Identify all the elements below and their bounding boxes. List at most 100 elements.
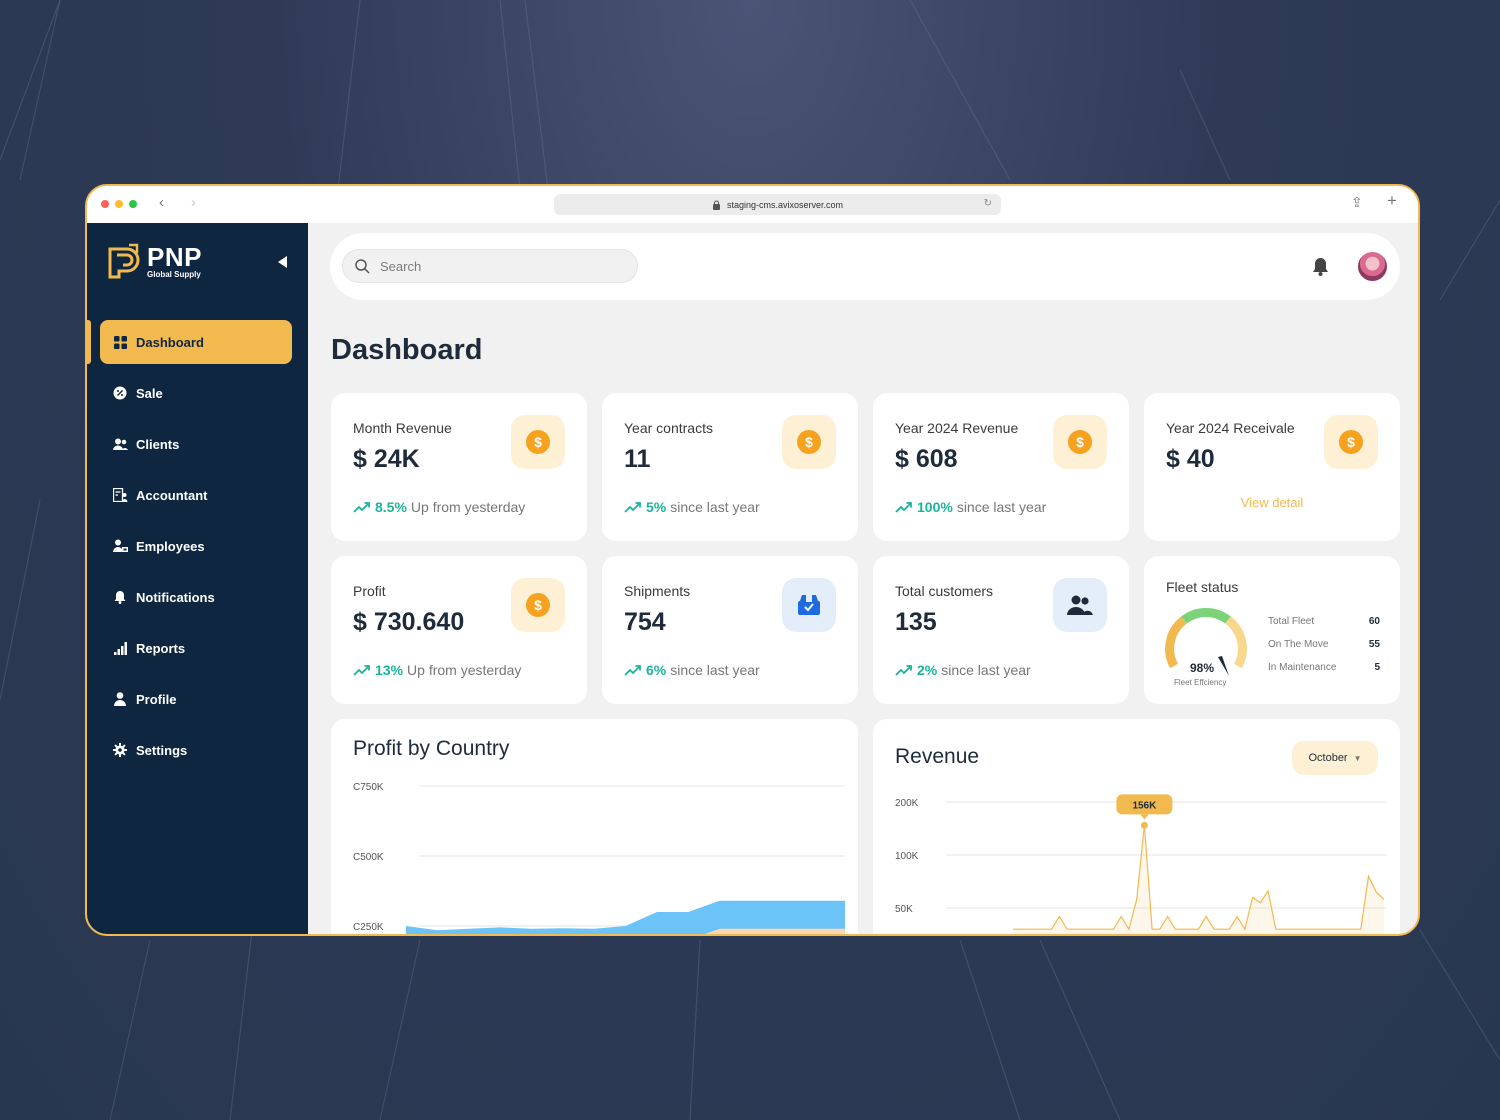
year-receivable-card: Year 2024 Receivale $ 40 $ View detail	[1144, 393, 1400, 541]
trend-percent: 100%	[917, 499, 953, 515]
fleet-row-label: In Maintenance	[1268, 662, 1337, 673]
tooltip-label: 156K	[1132, 800, 1157, 811]
card-value: 135	[895, 608, 937, 636]
sidebar-item-label: Employees	[136, 538, 205, 554]
sidebar-item-label: Settings	[136, 742, 188, 758]
profit-card: Profit $ 730.640 $ 13% Up from yesterday	[331, 556, 587, 704]
bell-icon	[112, 589, 128, 605]
sidebar-item-notifications[interactable]: Notifications	[100, 575, 292, 619]
package-check-icon	[782, 578, 836, 632]
card-value: 11	[624, 445, 651, 473]
card-value: $ 608	[895, 445, 958, 473]
y-tick-label: C250K	[353, 922, 384, 933]
fleet-row-label: Total Fleet	[1268, 616, 1315, 627]
gear-icon	[112, 742, 128, 758]
pnp-logo-icon	[108, 243, 140, 279]
trend-percent: 6%	[646, 662, 667, 678]
user-icon	[112, 691, 128, 707]
sidebar-menu: Dashboard Sale Clients Accountant Employ…	[87, 320, 308, 779]
top-header: Search	[330, 233, 1400, 300]
revenue-line	[1013, 825, 1385, 931]
customers-icon	[1053, 578, 1107, 632]
card-label: Total customers	[895, 583, 994, 599]
forward-arrow-icon[interactable]: ›	[191, 194, 196, 211]
minimize-window-dot[interactable]	[115, 200, 123, 208]
card-label: Year 2024 Revenue	[895, 420, 1019, 436]
sidebar-item-accountant[interactable]: Accountant	[100, 473, 292, 517]
y-tick-label: 100K	[895, 851, 919, 862]
card-label: Year 2024 Receivale	[1166, 420, 1295, 436]
fleet-efficiency-value: 98%	[1190, 661, 1215, 675]
sidebar: PNP Global Supply Dashboard Sale Clients…	[87, 223, 308, 934]
profit-by-country-panel: Profit by Country C750K C500K C250K	[331, 719, 858, 934]
user-avatar[interactable]	[1356, 250, 1389, 283]
card-label: Month Revenue	[353, 420, 452, 436]
view-detail-link[interactable]: View detail	[1144, 495, 1400, 510]
fleet-row-total: Total Fleet 60	[1268, 616, 1380, 639]
badge-percent-icon	[112, 385, 128, 401]
back-arrow-icon[interactable]: ‹	[159, 194, 164, 211]
brand-tagline: Global Supply	[147, 270, 201, 279]
fleet-efficiency-caption: Fleet Effciency	[1174, 678, 1227, 687]
trend-percent: 13%	[375, 662, 404, 678]
new-tab-icon[interactable]: +	[1387, 191, 1397, 211]
brand-logo[interactable]: PNP Global Supply	[107, 243, 222, 283]
search-icon	[355, 258, 370, 274]
sidebar-item-settings[interactable]: Settings	[100, 728, 292, 772]
sidebar-item-label: Profile	[136, 691, 177, 707]
lock-icon	[712, 200, 720, 210]
notification-bell-icon[interactable]	[1312, 257, 1329, 276]
fleet-list: Total Fleet 60 On The Move 55 In Maintenan…	[1268, 616, 1380, 685]
search-input[interactable]: Search	[342, 249, 638, 283]
sidebar-item-label: Dashboard	[136, 334, 204, 350]
sidebar-item-clients[interactable]: Clients	[100, 422, 292, 466]
sidebar-item-dashboard[interactable]: Dashboard	[87, 320, 292, 364]
grid-icon	[112, 334, 128, 350]
card-value: $ 24K	[353, 445, 420, 473]
revenue-panel: Revenue October ▼ 200K 100K 50K 156K	[873, 719, 1400, 934]
shipments-card: Shipments 754 6% since last year	[602, 556, 858, 704]
share-icon[interactable]: ⇪	[1351, 194, 1363, 211]
bar-chart-icon	[112, 640, 128, 656]
dollar-coin-icon: $	[782, 415, 836, 469]
card-trend: 6% since last year	[624, 662, 760, 678]
revenue-area	[1013, 825, 1384, 934]
maximize-window-dot[interactable]	[129, 200, 137, 208]
sidebar-item-label: Sale	[136, 385, 163, 401]
card-trend: 13% Up from yesterday	[353, 662, 521, 678]
dollar-coin-icon: $	[511, 415, 565, 469]
sidebar-item-sale[interactable]: Sale	[100, 371, 292, 415]
reload-icon[interactable]: ↻	[984, 198, 992, 209]
trend-note: since last year	[670, 499, 760, 515]
fleet-row-maintenance: In Maintenance 5	[1268, 662, 1380, 685]
sidebar-item-label: Clients	[136, 436, 180, 452]
active-indicator	[87, 320, 91, 364]
trend-note: Up from yesterday	[410, 499, 526, 515]
total-customers-card: Total customers 135 2% since last year	[873, 556, 1129, 704]
card-label: Shipments	[624, 583, 691, 599]
card-label: Profit	[353, 583, 386, 599]
profit-by-country-chart: C750K C500K C250K	[353, 782, 845, 934]
collapse-sidebar-icon[interactable]	[278, 256, 287, 268]
card-label: Year contracts	[624, 420, 713, 436]
card-value: $ 730.640	[353, 608, 465, 636]
users-icon	[112, 436, 128, 452]
sidebar-item-label: Accountant	[136, 487, 208, 503]
sidebar-item-employees[interactable]: Employees	[100, 524, 292, 568]
month-revenue-card: Month Revenue $ 24K $ 8.5% Up from yeste…	[331, 393, 587, 541]
y-tick-label: 200K	[895, 798, 919, 809]
revenue-chart: 200K 100K 50K 156K	[895, 794, 1387, 934]
fleet-row-value: 5	[1374, 662, 1380, 673]
fleet-row-moving: On The Move 55	[1268, 639, 1380, 662]
close-window-dot[interactable]	[101, 200, 109, 208]
card-trend: 8.5% Up from yesterday	[353, 499, 525, 515]
sidebar-item-profile[interactable]: Profile	[100, 677, 292, 721]
search-placeholder: Search	[380, 258, 422, 274]
fleet-status-card: Fleet status 98% Fleet Effciency Total F…	[1144, 556, 1400, 704]
trend-percent: 8.5%	[375, 499, 407, 515]
trend-up-icon	[895, 665, 912, 676]
address-bar[interactable]: staging-cms.avixoserver.com ↻	[554, 194, 1001, 215]
brand-name: PNP	[147, 242, 202, 272]
sidebar-item-reports[interactable]: Reports	[100, 626, 292, 670]
tooltip-pointer	[1140, 814, 1149, 820]
